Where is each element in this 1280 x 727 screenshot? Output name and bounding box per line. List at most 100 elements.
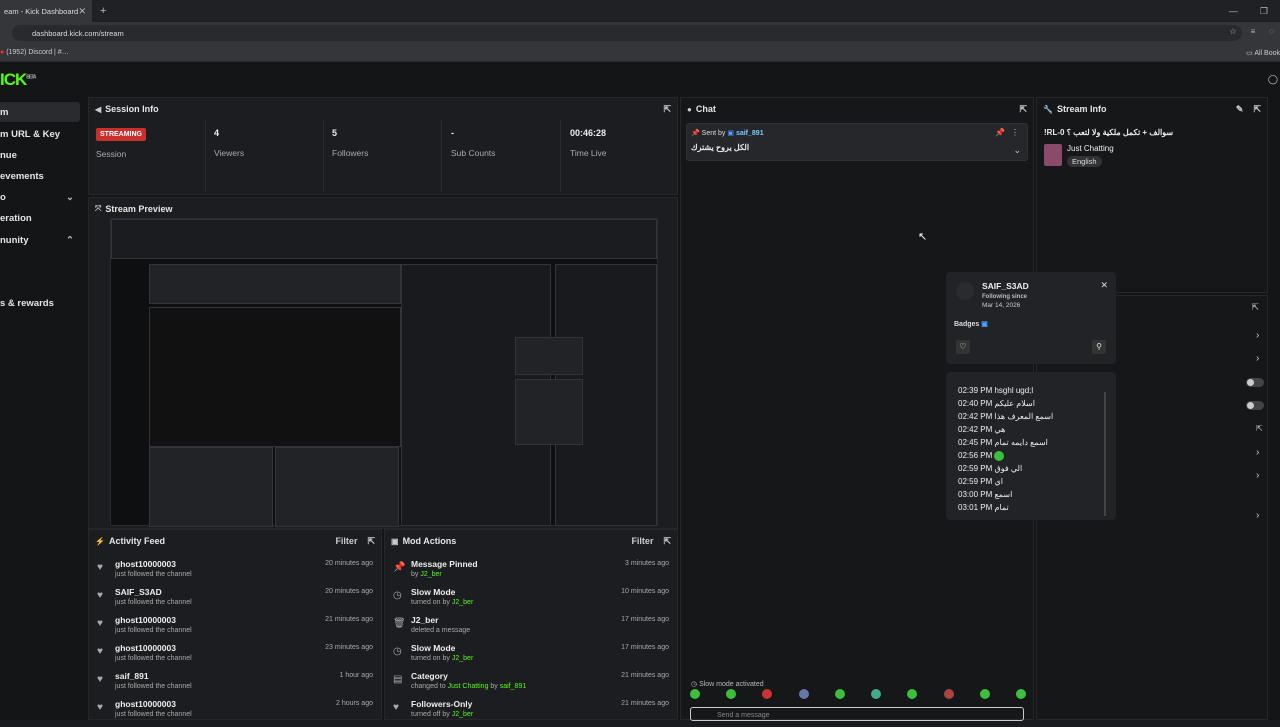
all-bookmarks[interactable]: ▭ All Book	[1246, 49, 1280, 57]
chevron-down-icon[interactable]: ⌄	[1013, 145, 1021, 156]
sidebar-item-moderation[interactable]: eration	[0, 208, 80, 228]
emote-icon[interactable]	[907, 689, 918, 699]
url-text: dashboard.kick.com/stream	[32, 28, 124, 38]
sidebar-item-community[interactable]: nunity ⌃	[0, 230, 80, 250]
scrollbar[interactable]	[1104, 392, 1106, 516]
filter-button[interactable]: Filter	[335, 536, 357, 546]
window-controls: — ❐	[1229, 6, 1268, 17]
sidebar-item-video[interactable]: o ⌄	[0, 187, 80, 207]
heart-icon: ♥	[97, 702, 103, 713]
popout-icon[interactable]: ⇱	[1251, 302, 1259, 313]
new-tab-icon[interactable]: +	[100, 5, 106, 17]
discord-icon: ●	[0, 49, 5, 56]
popout-icon[interactable]: ⇱	[663, 104, 671, 115]
mod-actions-button[interactable]: ⚲	[1092, 340, 1106, 354]
stat-time-live: 00:46:28 Time Live	[570, 128, 607, 158]
toggle-switch[interactable]	[1246, 378, 1264, 387]
preview-popup-msgs	[515, 379, 583, 445]
list-item: 🗑 J2_ber deleted a message 17 minutes ago	[393, 615, 669, 634]
chat-icon: ●	[687, 104, 692, 114]
chat-input[interactable]: Send a message	[690, 707, 1024, 721]
emote-icon[interactable]	[1015, 689, 1026, 699]
divider	[441, 120, 442, 192]
folder-icon: ▭	[1246, 49, 1253, 57]
popout-icon[interactable]: ⇱	[1253, 104, 1261, 115]
pinned-message[interactable]: 📌 Sent by ▣ saif_891 الكل يروح يشترك 📌 ⋮…	[686, 123, 1028, 161]
bookmark-discord[interactable]: ● (1952) Discord | #…	[0, 49, 69, 56]
sidebar-item-achievements[interactable]: evements	[0, 166, 80, 186]
chevron-up-icon: ⌃	[66, 234, 74, 246]
minimize-icon[interactable]: —	[1229, 6, 1238, 17]
stream-info-header: 🔧 Stream Info ✎ ⇱	[1043, 103, 1261, 115]
unpin-icon[interactable]: 📌	[995, 128, 1005, 137]
avatar	[956, 282, 974, 300]
stat-session: STREAMING Session	[96, 128, 146, 159]
pinned-text: الكل يروح يشترك	[691, 143, 750, 152]
session-info-panel: ◀ Session Info ⇱ STREAMING Session 4 Viewers…	[88, 97, 678, 195]
history-message: 02:42 PM هي	[958, 425, 1006, 434]
chevron-right-icon[interactable]: ›	[1256, 353, 1259, 364]
chevron-right-icon[interactable]: ›	[1256, 510, 1259, 521]
stream-preview-video[interactable]	[110, 218, 658, 527]
heart-icon: ♥	[97, 674, 103, 685]
address-bar[interactable]: dashboard.kick.com/stream	[12, 25, 1242, 41]
popout-icon[interactable]: ⇱	[367, 536, 375, 547]
external-link-icon[interactable]: ⇱	[1256, 424, 1263, 433]
heart-icon: ♥	[393, 702, 399, 713]
category-icon: ▤	[393, 674, 403, 685]
emote-icon[interactable]	[834, 689, 845, 699]
popout-icon[interactable]: ⇱	[663, 536, 671, 547]
history-message: 02:56 PM	[958, 451, 1005, 461]
help-icon[interactable]: ◯	[1268, 74, 1278, 85]
wrench-icon: 🔧	[1043, 104, 1053, 114]
mouse-cursor-icon: ↖	[918, 231, 928, 243]
activity-feed-header: ⚡ Activity Feed Filter ⇱	[95, 535, 375, 547]
browser-tab[interactable]: eam - Kick Dashboard ✕	[0, 0, 92, 22]
chevron-right-icon[interactable]: ›	[1256, 330, 1259, 341]
emote-icon[interactable]	[690, 689, 700, 699]
star-icon[interactable]: ☆	[1229, 27, 1236, 36]
close-icon[interactable]: ✕	[1100, 280, 1108, 291]
history-message: 02:39 PM hsghl ugd;l	[958, 386, 1034, 395]
restore-icon[interactable]: ❐	[1260, 6, 1268, 17]
activity-feed-panel: ⚡ Activity Feed Filter ⇱ ♥ ghost10000003 just…	[88, 529, 382, 720]
sidebar-item-stream-url[interactable]: m URL & Key	[0, 124, 80, 144]
sidebar-item-revenue[interactable]: nue	[0, 145, 80, 165]
emote-icon[interactable]	[798, 689, 809, 699]
pinned-username[interactable]: saif_891	[736, 130, 764, 137]
more-icon[interactable]: ⋮	[1011, 128, 1019, 137]
close-tab-icon[interactable]: ✕	[78, 6, 86, 17]
badge-icon: ▣	[981, 321, 988, 328]
sidebar-item-stream[interactable]: m	[0, 102, 80, 122]
history-message: 02:40 PM اسلام عليكم	[958, 399, 1035, 408]
edit-icon[interactable]: ✎	[1236, 104, 1244, 115]
emote-icon[interactable]	[762, 689, 773, 699]
chevron-right-icon[interactable]: ›	[1256, 470, 1259, 481]
heart-icon: ♥	[97, 562, 103, 573]
emote-bar	[690, 689, 1026, 699]
emote-icon[interactable]	[726, 689, 737, 699]
history-message: 02:59 PM اي	[958, 477, 1003, 486]
list-item: ♥ ghost10000003 just followed the channel 2…	[97, 643, 373, 662]
slow-mode-icon: ◷	[393, 590, 402, 601]
emote-icon[interactable]	[979, 689, 990, 699]
mod-actions-header: ▣ Mod Actions Filter ⇱	[391, 535, 671, 547]
emote-icon[interactable]	[871, 689, 882, 699]
profile-icon[interactable]: ◌	[1269, 27, 1274, 36]
extensions-icon[interactable]: ≡	[1251, 27, 1256, 36]
divider	[323, 120, 324, 192]
list-item: ♥ Followers-Only turned off by J2_ber 21 mi…	[393, 699, 669, 718]
popout-icon[interactable]: ⇱	[1019, 104, 1027, 115]
history-message: 03:01 PM تمام	[958, 503, 1009, 512]
follow-heart-button[interactable]: ♡	[956, 340, 970, 354]
kick-logo[interactable]: ICKBETA	[0, 70, 37, 90]
chevron-right-icon[interactable]: ›	[1256, 447, 1259, 458]
shield-icon: ▣	[391, 536, 399, 546]
list-item: ♥ ghost10000003 just followed the channel 2…	[97, 699, 373, 718]
history-message: 02:45 PM اسمع دايمه تمام	[958, 438, 1048, 447]
bolt-icon: ⚡	[95, 536, 105, 546]
filter-button[interactable]: Filter	[631, 536, 653, 546]
toggle-switch[interactable]	[1246, 401, 1264, 410]
emote-icon[interactable]	[943, 689, 954, 699]
sidebar-item-rewards[interactable]: s & rewards	[0, 293, 80, 313]
